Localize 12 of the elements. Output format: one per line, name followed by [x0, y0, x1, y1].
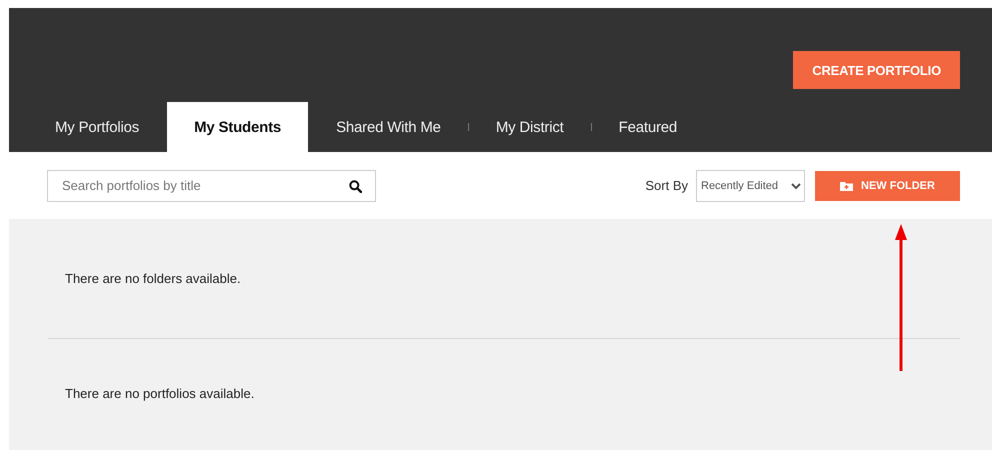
tab[interactable]: My Portfolios [28, 102, 166, 152]
folder-plus-icon [840, 180, 854, 190]
tab[interactable]: Shared With Me [309, 102, 468, 152]
tab[interactable]: My District [468, 102, 591, 152]
empty-message: There are no portfolios available. [65, 386, 254, 401]
sort-dropdown[interactable]: Recently Edited [696, 170, 805, 202]
empty-message: There are no folders available. [65, 271, 241, 286]
sort-by-label: Sort By [645, 178, 688, 193]
search-icon[interactable] [349, 180, 362, 192]
tab[interactable]: My Students [167, 102, 308, 152]
tab[interactable]: Featured [592, 102, 704, 152]
search-field[interactable]: Search portfolios by title [47, 170, 376, 202]
